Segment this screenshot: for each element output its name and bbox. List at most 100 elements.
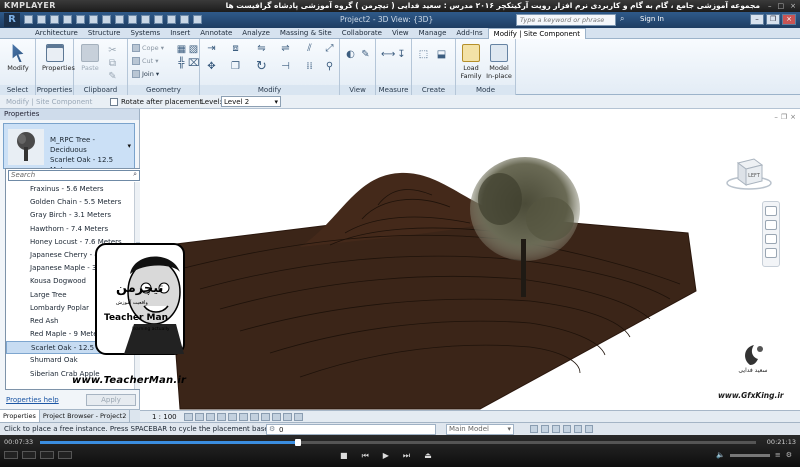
settings-icon[interactable]: ⚙	[786, 451, 792, 459]
tab-collaborate[interactable]: Collaborate	[337, 28, 387, 39]
section-icon[interactable]	[141, 15, 150, 24]
create-group-icon[interactable]: ⬓	[436, 49, 447, 60]
show-crop-icon[interactable]	[250, 413, 259, 421]
measure-icon[interactable]	[102, 15, 111, 24]
view-scale[interactable]: 1 : 100	[152, 413, 177, 421]
paint-icon[interactable]: ▧	[188, 44, 199, 55]
type-selector[interactable]: M_RPC Tree - Deciduous Scarlet Oak - 12.…	[3, 123, 135, 174]
select-underlay-icon[interactable]	[541, 425, 549, 433]
sun-path-icon[interactable]	[206, 413, 215, 421]
3d-view-canvas[interactable]: – ❐ × LEFT سعید فدایی www.GfxKing.ir	[140, 109, 800, 410]
demolish-icon[interactable]: ⌧	[188, 58, 200, 69]
select-links-icon[interactable]	[530, 425, 538, 433]
list-item[interactable]: Gray Birch - 3.1 Meters	[6, 209, 135, 222]
load-family-button[interactable]: Load Family	[458, 42, 484, 82]
nav-dropdown-icon[interactable]	[765, 248, 777, 258]
minimize-icon[interactable]: –	[774, 113, 778, 121]
copy-icon[interactable]: ❐	[230, 61, 241, 72]
create-assembly-icon[interactable]: ⬚	[418, 49, 429, 60]
restore-icon[interactable]: ❐	[781, 113, 787, 121]
tab-analyze[interactable]: Analyze	[237, 28, 275, 39]
orbit-icon[interactable]	[765, 234, 777, 244]
stop-icon[interactable]: ■	[340, 451, 348, 461]
cut-clipboard-icon[interactable]: ✂	[107, 45, 118, 56]
list-item[interactable]: Golden Chain - 5.5 Meters	[6, 196, 135, 209]
pin-icon[interactable]: ⚲	[324, 61, 335, 72]
model-select[interactable]: Main Model	[446, 424, 514, 435]
offset-icon[interactable]: ⧈	[230, 43, 241, 54]
text-icon[interactable]	[115, 15, 124, 24]
cut-button[interactable]: Cut ▾	[132, 57, 159, 65]
help-search-input[interactable]: Type a keyword or phrase	[516, 14, 616, 26]
chevron-down-icon[interactable]: ▾	[127, 142, 131, 150]
crop-view-icon[interactable]	[239, 413, 248, 421]
thin-lines-icon[interactable]	[154, 15, 163, 24]
level-select[interactable]: Level 2	[221, 96, 281, 107]
filter-icon[interactable]	[585, 425, 593, 433]
mirror-axis-icon[interactable]: ⇋	[256, 43, 267, 54]
list-item[interactable]: Hawthorn - 7.4 Meters	[6, 223, 135, 236]
override-graphics-icon[interactable]: ✎	[360, 49, 371, 60]
seek-bar[interactable]	[40, 439, 756, 446]
properties-button[interactable]: Properties	[42, 42, 75, 82]
workset-field[interactable]: ⚙ 0	[266, 424, 436, 435]
switch-windows-icon[interactable]	[180, 15, 189, 24]
search-icon[interactable]: ⌕	[133, 170, 137, 179]
split-icon[interactable]: ⫽	[304, 43, 315, 54]
list-item[interactable]: Fraxinus - 5.6 Meters	[6, 183, 135, 196]
screen-ratio-icon[interactable]	[58, 451, 72, 459]
modify-button[interactable]: Modify	[5, 42, 31, 82]
steering-wheel-icon[interactable]	[765, 206, 777, 216]
dimension-icon[interactable]: ↧	[396, 49, 407, 60]
sync-icon[interactable]	[50, 15, 59, 24]
reveal-hidden-icon[interactable]	[283, 413, 292, 421]
revit-application-menu-icon[interactable]: R	[4, 13, 20, 27]
type-search-input[interactable]: Search	[8, 170, 140, 181]
viewcube[interactable]: LEFT	[724, 151, 774, 191]
tab-massing-site[interactable]: Massing & Site	[275, 28, 337, 39]
apply-button[interactable]: Apply	[86, 394, 136, 406]
close-hidden-icon[interactable]	[167, 15, 176, 24]
visual-style-icon[interactable]	[195, 413, 204, 421]
subtitle-icon[interactable]	[22, 451, 36, 459]
minimize-icon[interactable]: –	[750, 14, 764, 25]
seek-thumb[interactable]	[294, 439, 301, 446]
measure-tool-icon[interactable]: ⟷	[381, 49, 395, 60]
zoom-icon[interactable]	[765, 220, 777, 230]
restore-icon[interactable]: ❐	[766, 14, 780, 25]
select-by-face-icon[interactable]	[563, 425, 571, 433]
qat-dropdown-icon[interactable]	[193, 15, 202, 24]
close-icon[interactable]: ×	[782, 14, 796, 25]
hide-icon[interactable]: ◐	[345, 49, 356, 60]
array-icon[interactable]: ⁞⁞	[304, 61, 315, 72]
vr-icon[interactable]	[40, 451, 54, 459]
tab-structure[interactable]: Structure	[83, 28, 126, 39]
tab-add-ins[interactable]: Add-Ins	[451, 28, 487, 39]
3d-toggle-icon[interactable]	[4, 451, 18, 459]
wall-joins-icon[interactable]: ╬	[176, 58, 187, 69]
scale-icon[interactable]: ⤢	[324, 43, 335, 54]
tab-modify-site-component[interactable]: Modify | Site Component	[487, 28, 586, 39]
previous-icon[interactable]: ⏮	[362, 451, 369, 461]
3d-view-icon[interactable]	[128, 15, 137, 24]
detail-level-icon[interactable]	[184, 413, 193, 421]
tab-insert[interactable]: Insert	[165, 28, 195, 39]
play-icon[interactable]: ▶	[383, 451, 389, 461]
mirror-draw-icon[interactable]: ⇌	[280, 43, 291, 54]
save-icon[interactable]	[37, 15, 46, 24]
select-pinned-icon[interactable]	[552, 425, 560, 433]
tab-annotate[interactable]: Annotate	[195, 28, 237, 39]
move-icon[interactable]: ✥	[206, 61, 217, 72]
copy-clipboard-icon[interactable]: ⧉	[107, 58, 118, 69]
trim-icon[interactable]: ⊣	[280, 61, 291, 72]
align-icon[interactable]: ⇥	[206, 43, 217, 54]
rotate-after-placement-checkbox[interactable]	[110, 98, 118, 106]
paste-button[interactable]: Paste	[77, 42, 103, 82]
analytical-model-icon[interactable]	[294, 413, 303, 421]
next-icon[interactable]: ⏭	[403, 451, 410, 461]
tab-view[interactable]: View	[387, 28, 414, 39]
redo-icon[interactable]	[76, 15, 85, 24]
cope-button[interactable]: Cope ▾	[132, 44, 164, 52]
tab-project-browser[interactable]: Project Browser - Project2	[40, 410, 131, 422]
binoculars-icon[interactable]: ⌕	[620, 14, 630, 25]
